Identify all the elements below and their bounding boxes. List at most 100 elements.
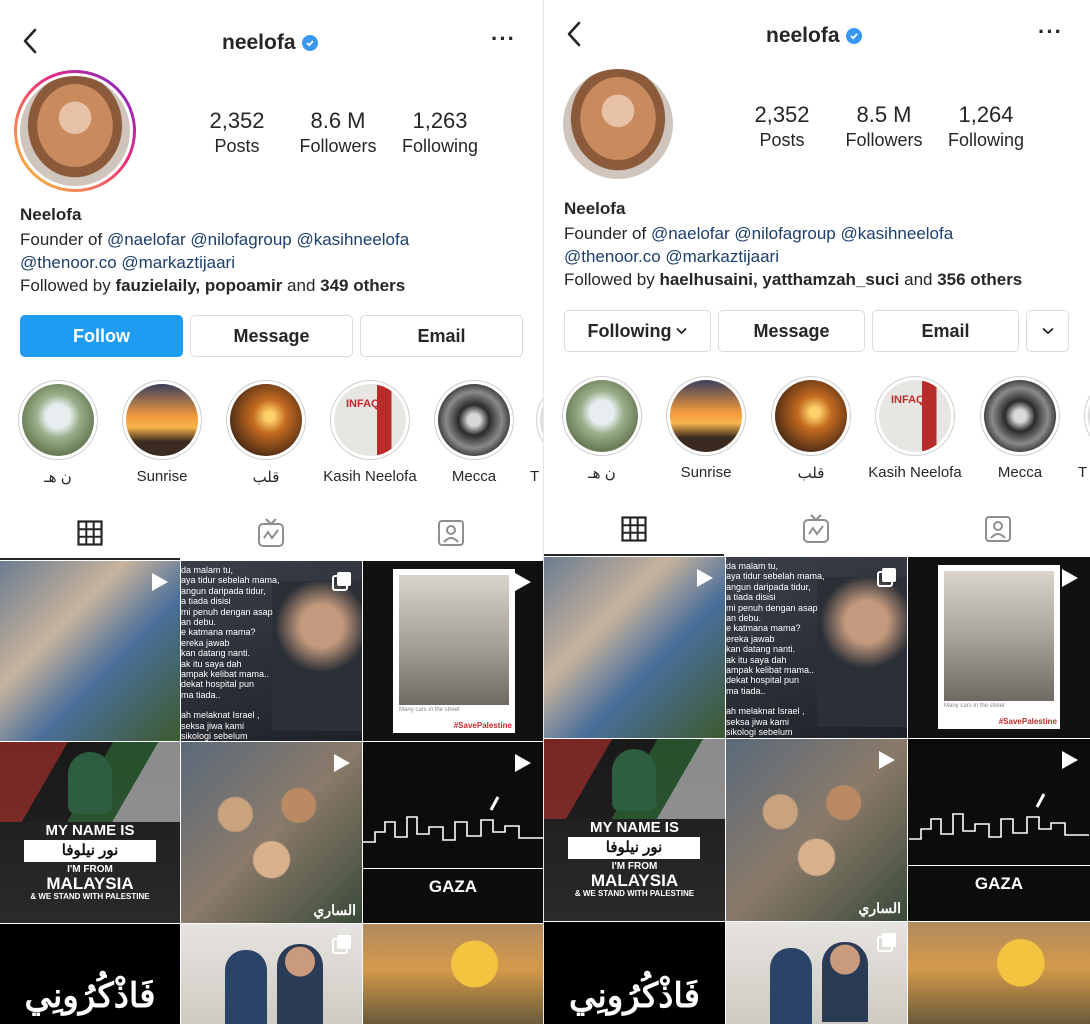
followed-by-others[interactable]: 349 others [320, 276, 405, 295]
email-button[interactable]: Email [360, 315, 523, 357]
post-person-image [817, 577, 907, 727]
profile-avatar[interactable] [563, 69, 673, 179]
suggested-accounts-button[interactable] [1026, 310, 1069, 352]
followed-by-others[interactable]: 356 others [937, 270, 1022, 289]
highlight-cover [22, 384, 94, 456]
follow-button[interactable]: Follow [20, 315, 183, 357]
bio-text: Founder of @naelofar @nilofagroup @kasih… [20, 228, 409, 297]
post-thumbnail[interactable] [544, 557, 725, 738]
caption-line: sikologi sebelum [181, 731, 248, 741]
highlight-item[interactable]: Sunrise [122, 380, 217, 485]
bio-mentions-link-2[interactable]: @thenoor.co @markaztijaari [564, 247, 779, 266]
following-stat[interactable]: 1,264 Following [942, 102, 1030, 151]
video-play-icon [879, 751, 895, 769]
caption-line: ah melaknat Israel , [181, 710, 260, 721]
highlight-item[interactable]: Mecca [980, 376, 1075, 481]
caption-line: ma tiada.. [726, 685, 766, 696]
following-stat[interactable]: 1,263 Following [396, 108, 484, 157]
post-thumbnail[interactable]: الساري [181, 742, 362, 923]
message-button[interactable]: Message [718, 310, 865, 352]
highlight-item[interactable]: INFAQ Kasih Neelofa [323, 380, 425, 485]
post-thumbnail[interactable] [181, 924, 362, 1024]
tagged-tab-icon[interactable] [984, 515, 1012, 543]
malaysia-text: MALAYSIA [46, 874, 134, 893]
posts-label: Posts [214, 136, 260, 156]
highlight-item[interactable]: INFAQ Kasih Neelofa [868, 376, 970, 481]
profile-avatar[interactable] [14, 70, 136, 192]
post-thumbnail[interactable]: MY NAME IS نور نيلوفا I'M FROM MALAYSIA … [0, 742, 180, 923]
post-thumbnail[interactable] [726, 922, 907, 1024]
highlight-item[interactable]: قلب [226, 380, 321, 486]
followed-by-names[interactable]: haelhusaini, yatthamzah_suci [659, 270, 899, 289]
followers-stat[interactable]: 8.5 M Followers [839, 102, 929, 151]
posts-stat[interactable]: 2,352 Posts [200, 108, 274, 157]
post-thumbnail[interactable]: GAZA [363, 742, 543, 923]
highlight-item[interactable]: Sunrise [666, 376, 761, 481]
grid-tab-icon[interactable] [621, 516, 647, 542]
highlight-item[interactable]: ن هـ [562, 376, 657, 482]
highlight-cover [566, 380, 638, 452]
igtv-tab-icon[interactable] [257, 518, 285, 548]
caption-line: da malam tu, [726, 561, 779, 571]
chevron-down-icon [1041, 327, 1054, 335]
grid-tab-icon[interactable] [77, 520, 103, 546]
caption-line: seksa jiwa kami [181, 720, 245, 731]
followed-by-names[interactable]: fauzielaily, popoamir [115, 276, 282, 295]
post-thumbnail[interactable]: فَاذْكُرُونِي [0, 924, 180, 1024]
post-thumbnail[interactable]: GAZA [908, 739, 1090, 921]
tagged-tab-icon[interactable] [437, 519, 465, 547]
post-thumbnail[interactable] [908, 922, 1090, 1024]
sepia-street-photo [944, 571, 1054, 701]
highlight-item[interactable]: T [1078, 376, 1090, 481]
back-arrow-icon[interactable] [18, 26, 44, 56]
caption-line: e katmana mama? [726, 623, 801, 634]
posts-stat[interactable]: 2,352 Posts [745, 102, 819, 151]
highlight-label: Mecca [997, 464, 1043, 481]
bio-mentions-link[interactable]: @naelofar @nilofagroup @kasihneelofa [107, 230, 409, 249]
post-thumbnail[interactable]: da malam tu, aya tidur sebelah mama, angun… [726, 557, 907, 738]
highlight-item[interactable]: ن هـ [18, 380, 113, 486]
post-thumbnail[interactable]: MY NAME IS نور نيلوفا I'M FROM MALAYSIA … [544, 739, 725, 921]
post-thumbnail[interactable]: Many cars in the street #SavePalestine [363, 561, 543, 741]
post-thumbnail[interactable]: Many cars in the street #SavePalestine [908, 557, 1090, 738]
highlight-cover [230, 384, 302, 456]
active-tab-indicator [0, 558, 180, 560]
highlight-item[interactable]: T [530, 380, 543, 485]
right-profile-panel: neelofa ··· 2,352 Posts 8.5 M Followers … [544, 0, 1090, 1024]
post-thumbnail[interactable] [0, 561, 180, 741]
caption-line: sikologi sebelum [726, 727, 793, 738]
caption-line: an debu. [181, 616, 217, 627]
chevron-down-icon [676, 327, 688, 335]
post-thumbnail[interactable]: da malam tu, aya tidur sebelah mama, angun… [181, 561, 362, 741]
more-options-icon[interactable]: ··· [1038, 21, 1063, 43]
video-play-icon [152, 573, 168, 591]
post-thumbnail[interactable] [363, 924, 543, 1024]
message-button[interactable]: Message [190, 315, 353, 357]
caption-line [726, 696, 825, 706]
post-caption-overlay: da malam tu, aya tidur sebelah mama, angun… [726, 561, 825, 738]
following-button[interactable]: Following [564, 310, 711, 352]
back-arrow-icon[interactable] [562, 19, 588, 49]
following-label: Following [401, 136, 479, 156]
followers-stat[interactable]: 8.6 M Followers [292, 108, 384, 157]
bio-mentions-link[interactable]: @naelofar @nilofagroup @kasihneelofa [651, 224, 953, 243]
man-figure [277, 944, 323, 1024]
bio-mentions-link-2[interactable]: @thenoor.co @markaztijaari [20, 253, 235, 272]
more-options-icon[interactable]: ··· [491, 28, 516, 50]
igtv-tab-icon[interactable] [802, 514, 830, 544]
avatar-image [563, 69, 673, 179]
highlight-item[interactable]: Mecca [434, 380, 529, 485]
hijab-figure [612, 749, 656, 811]
followed-by-and: and [282, 276, 321, 295]
post-thumbnail[interactable]: فَاذْكُرُونِي [544, 922, 725, 1024]
email-button[interactable]: Email [872, 310, 1019, 352]
caption-line: mi penuh dengan asap [181, 606, 273, 617]
my-name-is-text: MY NAME IS [590, 819, 679, 836]
gaza-skyline-icon [363, 796, 543, 843]
save-palestine-tag: #SavePalestine [998, 717, 1057, 726]
profile-username-header: neelofa [766, 24, 862, 48]
caption-line [181, 700, 280, 710]
save-palestine-tag: #SavePalestine [453, 721, 512, 730]
highlight-item[interactable]: قلب [771, 376, 866, 482]
post-thumbnail[interactable]: الساري [726, 739, 907, 921]
